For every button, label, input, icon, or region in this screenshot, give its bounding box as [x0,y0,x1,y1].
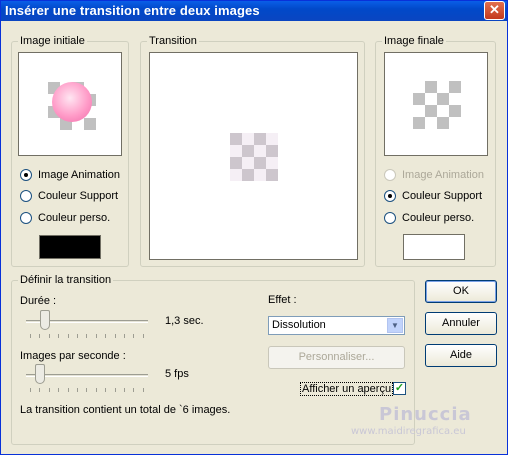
radio-selected-icon[interactable] [20,169,32,181]
initial-color-swatch[interactable] [39,235,101,259]
pink-sphere-icon [52,82,92,122]
ok-button[interactable]: OK [425,280,497,303]
final-option-label: Image Animation [402,169,484,181]
watermark-name: Pinuccia [379,404,472,425]
duration-slider-thumb[interactable] [40,310,50,330]
preview-label: Afficher un aperçu [300,382,394,396]
transition-preview [149,52,358,260]
final-option-custom[interactable]: Couleur perso. [384,212,474,224]
effect-label: Effet : [268,294,297,306]
dissolve-icon [230,133,278,181]
final-option-label: Couleur Support [402,190,483,202]
initial-option-label: Couleur perso. [38,212,111,224]
effect-select-value: Dissolution [272,319,326,331]
help-button-label: Aide [449,349,473,361]
window-title: Insérer une transition entre deux images [5,3,260,18]
initial-image-group-label: Image initiale [18,35,87,47]
final-option-animation: Image Animation [384,169,484,181]
help-button[interactable]: Aide [425,344,497,367]
final-image-group-label: Image finale [382,35,446,47]
initial-image-preview [18,52,122,156]
initial-option-custom[interactable]: Couleur perso. [20,212,110,224]
ok-button-label: OK [453,285,469,297]
duration-label: Durée : [20,295,57,307]
radio-selected-icon[interactable] [384,190,396,202]
title-bar[interactable]: Insérer une transition entre deux images… [1,1,507,21]
radio-icon[interactable] [384,212,396,224]
initial-image-group: Image initiale Image Animation Couleur S… [11,35,129,267]
final-image-preview [384,52,488,156]
customize-button: Personnaliser... [268,346,405,369]
dialog-window: Insérer une transition entre deux images… [0,0,508,455]
define-transition-group-label: Définir la transition [18,274,114,286]
initial-option-support[interactable]: Couleur Support [20,190,118,202]
preview-checkbox[interactable]: ✓ [393,382,406,395]
final-option-support[interactable]: Couleur Support [384,190,482,202]
initial-option-label: Couleur Support [38,190,119,202]
duration-ticks [30,334,144,338]
initial-option-label: Image Animation [38,169,120,181]
effect-select[interactable]: Dissolution ▼ [268,316,405,335]
radio-disabled-icon [384,169,396,181]
transition-group-label: Transition [147,35,199,47]
transition-group: Transition [140,35,365,267]
fps-value: 5 fps [165,368,189,380]
initial-option-animation[interactable]: Image Animation [20,169,120,181]
final-option-label: Couleur perso. [402,212,475,224]
watermark-url: www.maidiregrafica.eu [351,426,466,437]
customize-button-label: Personnaliser... [298,351,375,363]
cancel-button[interactable]: Annuler [425,312,497,335]
close-icon: ✕ [489,2,500,17]
radio-icon[interactable] [20,212,32,224]
fps-label: Images par seconde : [20,350,126,362]
close-button[interactable]: ✕ [484,1,505,20]
chevron-down-icon[interactable]: ▼ [387,318,403,333]
checkmark-icon: ✓ [394,382,405,394]
radio-icon[interactable] [20,190,32,202]
final-color-swatch[interactable] [403,234,465,260]
final-image-group: Image finale Image Animation Couleur Sup… [375,35,496,267]
fps-ticks [30,388,144,392]
cancel-button-label: Annuler [442,317,480,329]
define-transition-group: Définir la transition Durée : 1,3 sec. I… [11,274,415,445]
checkerboard-icon [413,81,461,129]
fps-slider-thumb[interactable] [35,364,45,384]
duration-value: 1,3 sec. [165,315,204,327]
transition-summary: La transition contient un total de `6 im… [20,404,231,416]
